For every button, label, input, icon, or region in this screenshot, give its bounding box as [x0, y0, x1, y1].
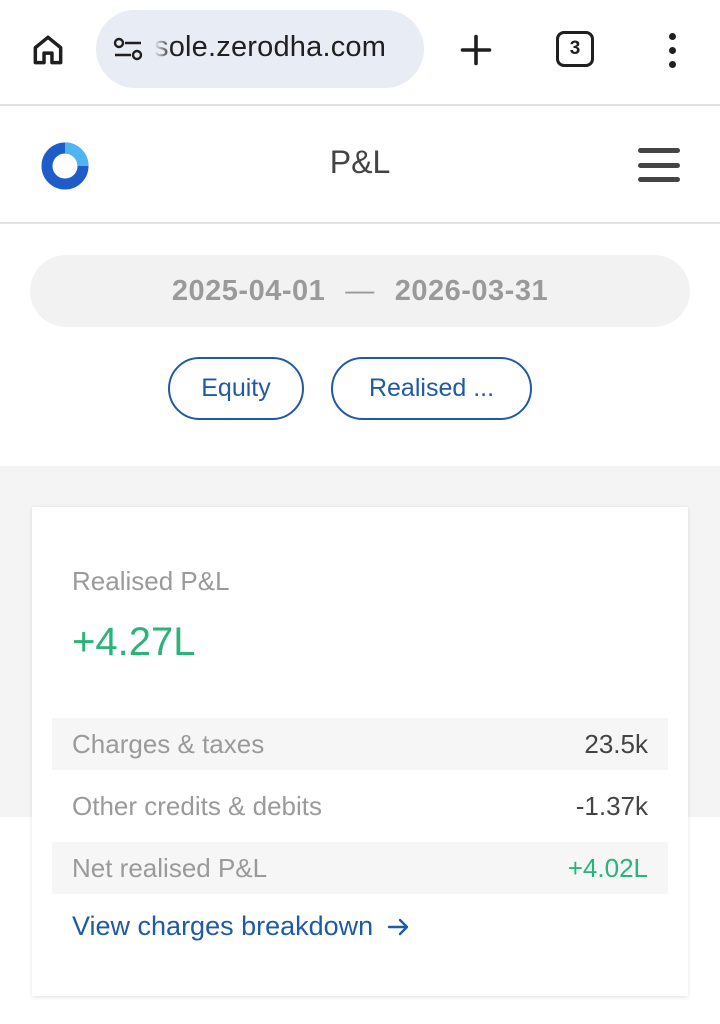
page-title: P&L — [329, 144, 391, 180]
home-icon — [33, 35, 63, 65]
realised-pnl-value: +4.27L — [72, 620, 196, 664]
pnl-type-filter-button[interactable]: Realised ... — [331, 357, 532, 420]
other-credits-value: -1.37k — [575, 790, 648, 821]
filters-section: 2025-04-01 — 2026-03-31 Equity Realised … — [0, 224, 720, 466]
net-realised-value: +4.02L — [567, 852, 648, 883]
date-from: 2025-04-01 — [171, 274, 326, 307]
breakdown-link-label: View charges breakdown — [72, 911, 374, 941]
net-realised-label: Net realised P&L — [72, 852, 268, 883]
browser-toolbar: sole.zerodha.com 3 — [0, 0, 720, 106]
date-separator: — — [345, 274, 375, 307]
app-header: P&L — [0, 106, 720, 224]
charges-row: Charges & taxes 23.5k — [52, 718, 668, 770]
arrow-right-icon — [387, 918, 409, 935]
home-button[interactable] — [24, 26, 72, 74]
view-charges-breakdown-link[interactable]: View charges breakdown — [72, 911, 411, 942]
tab-switcher-button[interactable]: 3 — [556, 31, 594, 67]
browser-menu-icon[interactable] — [656, 26, 688, 74]
site-settings-icon — [113, 37, 143, 61]
address-bar[interactable]: sole.zerodha.com — [96, 10, 424, 88]
date-to: 2026-03-31 — [394, 274, 549, 307]
date-range-picker[interactable]: 2025-04-01 — 2026-03-31 — [30, 255, 690, 327]
charges-value: 23.5k — [584, 728, 648, 759]
segment-filter-button[interactable]: Equity — [168, 357, 304, 420]
plus-icon — [460, 34, 492, 66]
pnl-summary-card: Realised P&L +4.27L Charges & taxes 23.5… — [32, 507, 688, 996]
net-realised-row: Net realised P&L +4.02L — [52, 842, 668, 894]
new-tab-button[interactable] — [452, 26, 500, 74]
other-credits-label: Other credits & debits — [72, 790, 322, 821]
other-credits-row: Other credits & debits -1.37k — [52, 780, 668, 832]
url-text: sole.zerodha.com — [154, 31, 387, 63]
charges-label: Charges & taxes — [72, 728, 265, 759]
realised-pnl-label: Realised P&L — [72, 566, 230, 596]
hamburger-menu-icon[interactable] — [638, 148, 682, 182]
